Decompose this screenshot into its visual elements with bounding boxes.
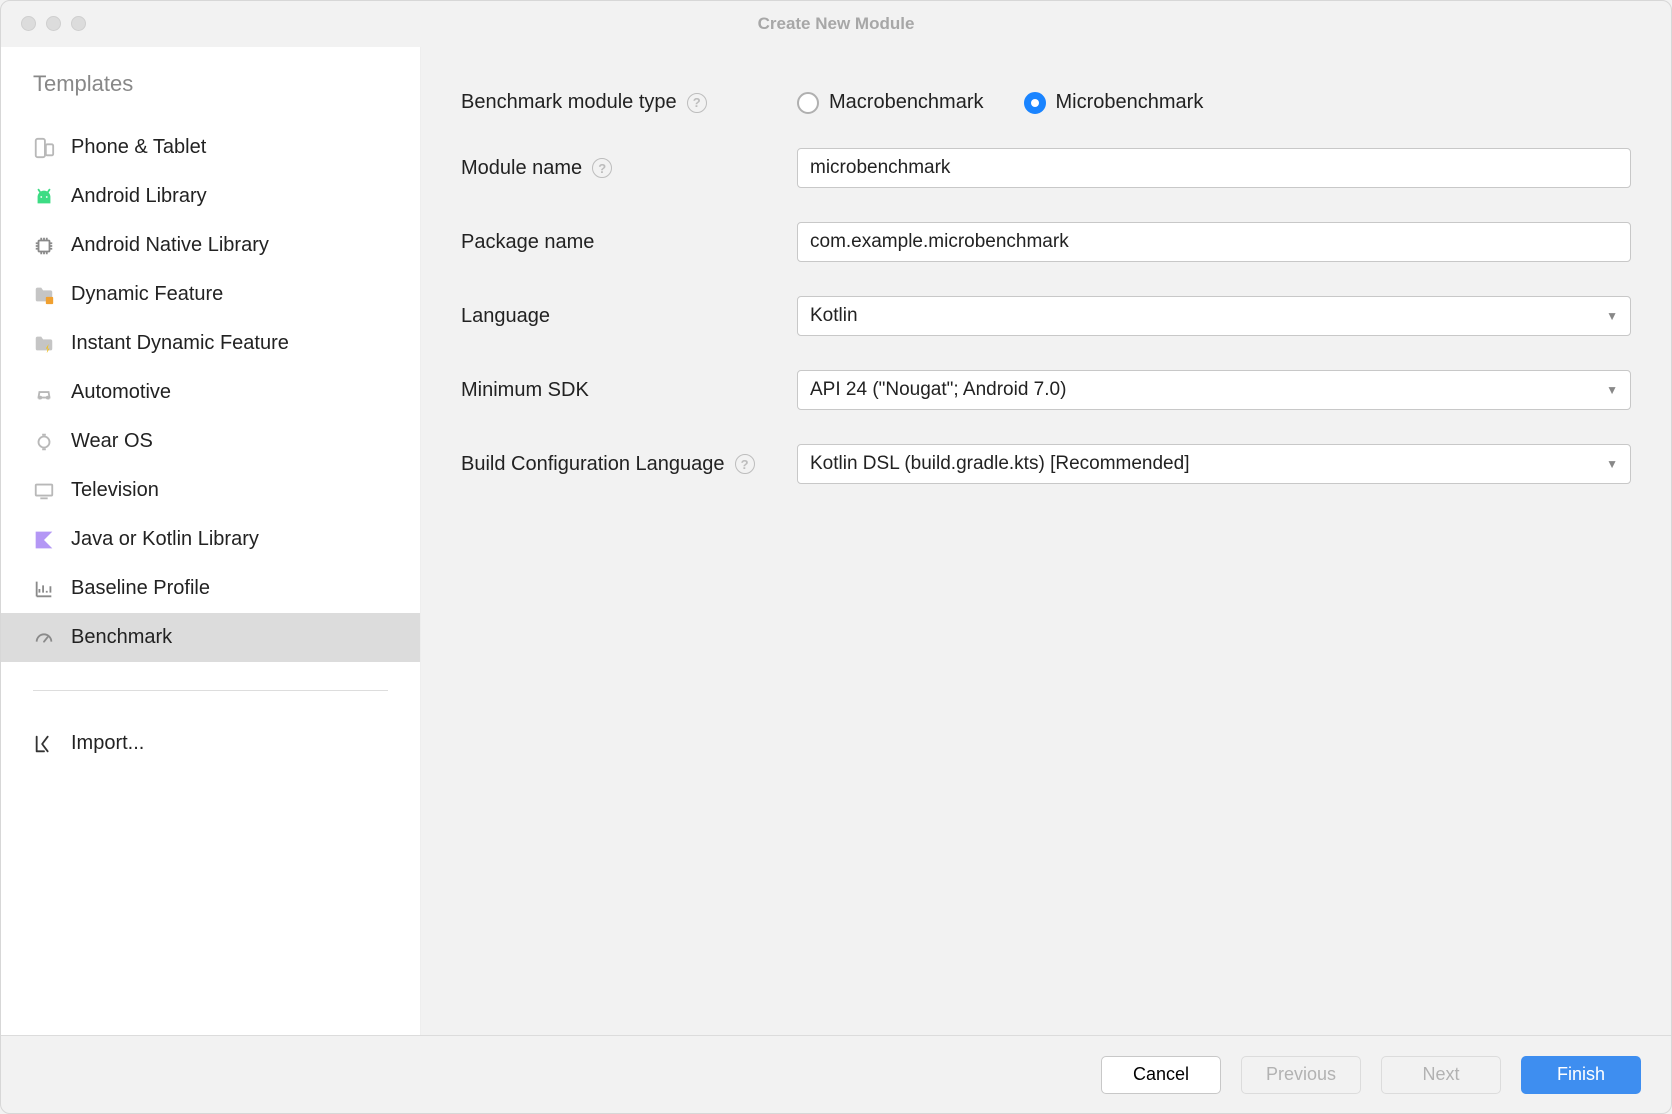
help-icon[interactable]: ? bbox=[687, 93, 707, 113]
minimum-sdk-select[interactable]: API 24 ("Nougat"; Android 7.0) ▼ bbox=[797, 370, 1631, 410]
radio-macrobenchmark[interactable]: Macrobenchmark bbox=[797, 91, 984, 114]
select-value: Kotlin bbox=[810, 305, 858, 327]
package-name-input[interactable] bbox=[797, 222, 1631, 262]
row-minimum-sdk: Minimum SDK API 24 ("Nougat"; Android 7.… bbox=[461, 370, 1631, 410]
radio-label: Microbenchmark bbox=[1056, 91, 1204, 114]
template-item-label: Benchmark bbox=[71, 626, 172, 649]
row-language: Language Kotlin ▼ bbox=[461, 296, 1631, 336]
template-item-label: Baseline Profile bbox=[71, 577, 210, 600]
template-android-library[interactable]: Android Library bbox=[1, 172, 420, 221]
label-minimum-sdk: Minimum SDK bbox=[461, 379, 797, 402]
template-item-label: Automotive bbox=[71, 381, 171, 404]
row-package-name: Package name bbox=[461, 222, 1631, 262]
radio-icon bbox=[797, 92, 819, 114]
build-config-language-control: Kotlin DSL (build.gradle.kts) [Recommend… bbox=[797, 444, 1631, 484]
close-window-icon[interactable] bbox=[21, 16, 36, 31]
template-list: Phone & Tablet Android Library Android N… bbox=[1, 123, 420, 662]
cancel-button[interactable]: Cancel bbox=[1101, 1056, 1221, 1094]
label-benchmark-module-type: Benchmark module type ? bbox=[461, 91, 797, 114]
template-phone-tablet[interactable]: Phone & Tablet bbox=[1, 123, 420, 172]
benchmark-module-type-radios: Macrobenchmark Microbenchmark bbox=[797, 91, 1631, 114]
template-automotive[interactable]: Automotive bbox=[1, 368, 420, 417]
finish-button[interactable]: Finish bbox=[1521, 1056, 1641, 1094]
label-package-name: Package name bbox=[461, 231, 797, 254]
template-instant-dynamic-feature[interactable]: Instant Dynamic Feature bbox=[1, 319, 420, 368]
form-panel: Benchmark module type ? Macrobenchmark M… bbox=[421, 47, 1671, 1035]
android-icon bbox=[33, 186, 55, 208]
chevron-down-icon: ▼ bbox=[1606, 457, 1618, 471]
radio-label: Macrobenchmark bbox=[829, 91, 984, 114]
dialog-footer: Cancel Previous Next Finish bbox=[1, 1035, 1671, 1113]
template-item-label: Java or Kotlin Library bbox=[71, 528, 259, 551]
template-dynamic-feature[interactable]: Dynamic Feature bbox=[1, 270, 420, 319]
gauge-icon bbox=[33, 627, 55, 649]
help-icon[interactable]: ? bbox=[592, 158, 612, 178]
chart-icon bbox=[33, 578, 55, 600]
import-icon bbox=[33, 733, 55, 755]
select-value: Kotlin DSL (build.gradle.kts) [Recommend… bbox=[810, 453, 1189, 475]
package-name-control bbox=[797, 222, 1631, 262]
titlebar: Create New Module bbox=[1, 1, 1671, 47]
sidebar-divider bbox=[33, 690, 388, 691]
module-form: Benchmark module type ? Macrobenchmark M… bbox=[461, 91, 1631, 484]
chevron-down-icon: ▼ bbox=[1606, 309, 1618, 323]
row-benchmark-module-type: Benchmark module type ? Macrobenchmark M… bbox=[461, 91, 1631, 114]
label-text: Build Configuration Language bbox=[461, 453, 725, 476]
label-text: Package name bbox=[461, 231, 594, 254]
radio-microbenchmark[interactable]: Microbenchmark bbox=[1024, 91, 1204, 114]
watch-icon bbox=[33, 431, 55, 453]
label-text: Language bbox=[461, 305, 550, 328]
template-item-label: Android Library bbox=[71, 185, 207, 208]
import-label: Import... bbox=[71, 732, 144, 755]
create-new-module-window: Create New Module Templates Phone & Tabl… bbox=[0, 0, 1672, 1114]
phone-tablet-icon bbox=[33, 137, 55, 159]
language-select[interactable]: Kotlin ▼ bbox=[797, 296, 1631, 336]
minimum-sdk-control: API 24 ("Nougat"; Android 7.0) ▼ bbox=[797, 370, 1631, 410]
template-java-kotlin-library[interactable]: Java or Kotlin Library bbox=[1, 515, 420, 564]
folder-dynamic-icon bbox=[33, 284, 55, 306]
select-value: API 24 ("Nougat"; Android 7.0) bbox=[810, 379, 1066, 401]
templates-heading: Templates bbox=[1, 71, 420, 123]
kotlin-icon bbox=[33, 529, 55, 551]
label-text: Minimum SDK bbox=[461, 379, 589, 402]
build-config-language-select[interactable]: Kotlin DSL (build.gradle.kts) [Recommend… bbox=[797, 444, 1631, 484]
label-build-config-language: Build Configuration Language ? bbox=[461, 453, 797, 476]
chip-icon bbox=[33, 235, 55, 257]
help-icon[interactable]: ? bbox=[735, 454, 755, 474]
template-item-label: Wear OS bbox=[71, 430, 153, 453]
template-benchmark[interactable]: Benchmark bbox=[1, 613, 420, 662]
previous-button[interactable]: Previous bbox=[1241, 1056, 1361, 1094]
traffic-lights bbox=[1, 16, 86, 31]
zoom-window-icon[interactable] bbox=[71, 16, 86, 31]
template-baseline-profile[interactable]: Baseline Profile bbox=[1, 564, 420, 613]
tv-icon bbox=[33, 480, 55, 502]
label-text: Benchmark module type bbox=[461, 91, 677, 114]
template-item-label: Instant Dynamic Feature bbox=[71, 332, 289, 355]
label-language: Language bbox=[461, 305, 797, 328]
module-name-input[interactable] bbox=[797, 148, 1631, 188]
template-item-label: Android Native Library bbox=[71, 234, 269, 257]
label-text: Module name bbox=[461, 157, 582, 180]
template-android-native-library[interactable]: Android Native Library bbox=[1, 221, 420, 270]
templates-sidebar: Templates Phone & Tablet Android Library bbox=[1, 47, 421, 1035]
template-item-label: Dynamic Feature bbox=[71, 283, 223, 306]
radio-icon bbox=[1024, 92, 1046, 114]
label-module-name: Module name ? bbox=[461, 157, 797, 180]
car-icon bbox=[33, 382, 55, 404]
language-control: Kotlin ▼ bbox=[797, 296, 1631, 336]
row-module-name: Module name ? bbox=[461, 148, 1631, 188]
chevron-down-icon: ▼ bbox=[1606, 383, 1618, 397]
window-title: Create New Module bbox=[1, 14, 1671, 34]
dialog-body: Templates Phone & Tablet Android Library bbox=[1, 47, 1671, 1035]
template-wear-os[interactable]: Wear OS bbox=[1, 417, 420, 466]
folder-instant-icon bbox=[33, 333, 55, 355]
import-module[interactable]: Import... bbox=[1, 719, 420, 768]
module-name-control bbox=[797, 148, 1631, 188]
minimize-window-icon[interactable] bbox=[46, 16, 61, 31]
template-television[interactable]: Television bbox=[1, 466, 420, 515]
row-build-config-language: Build Configuration Language ? Kotlin DS… bbox=[461, 444, 1631, 484]
next-button[interactable]: Next bbox=[1381, 1056, 1501, 1094]
template-item-label: Television bbox=[71, 479, 159, 502]
template-item-label: Phone & Tablet bbox=[71, 136, 206, 159]
